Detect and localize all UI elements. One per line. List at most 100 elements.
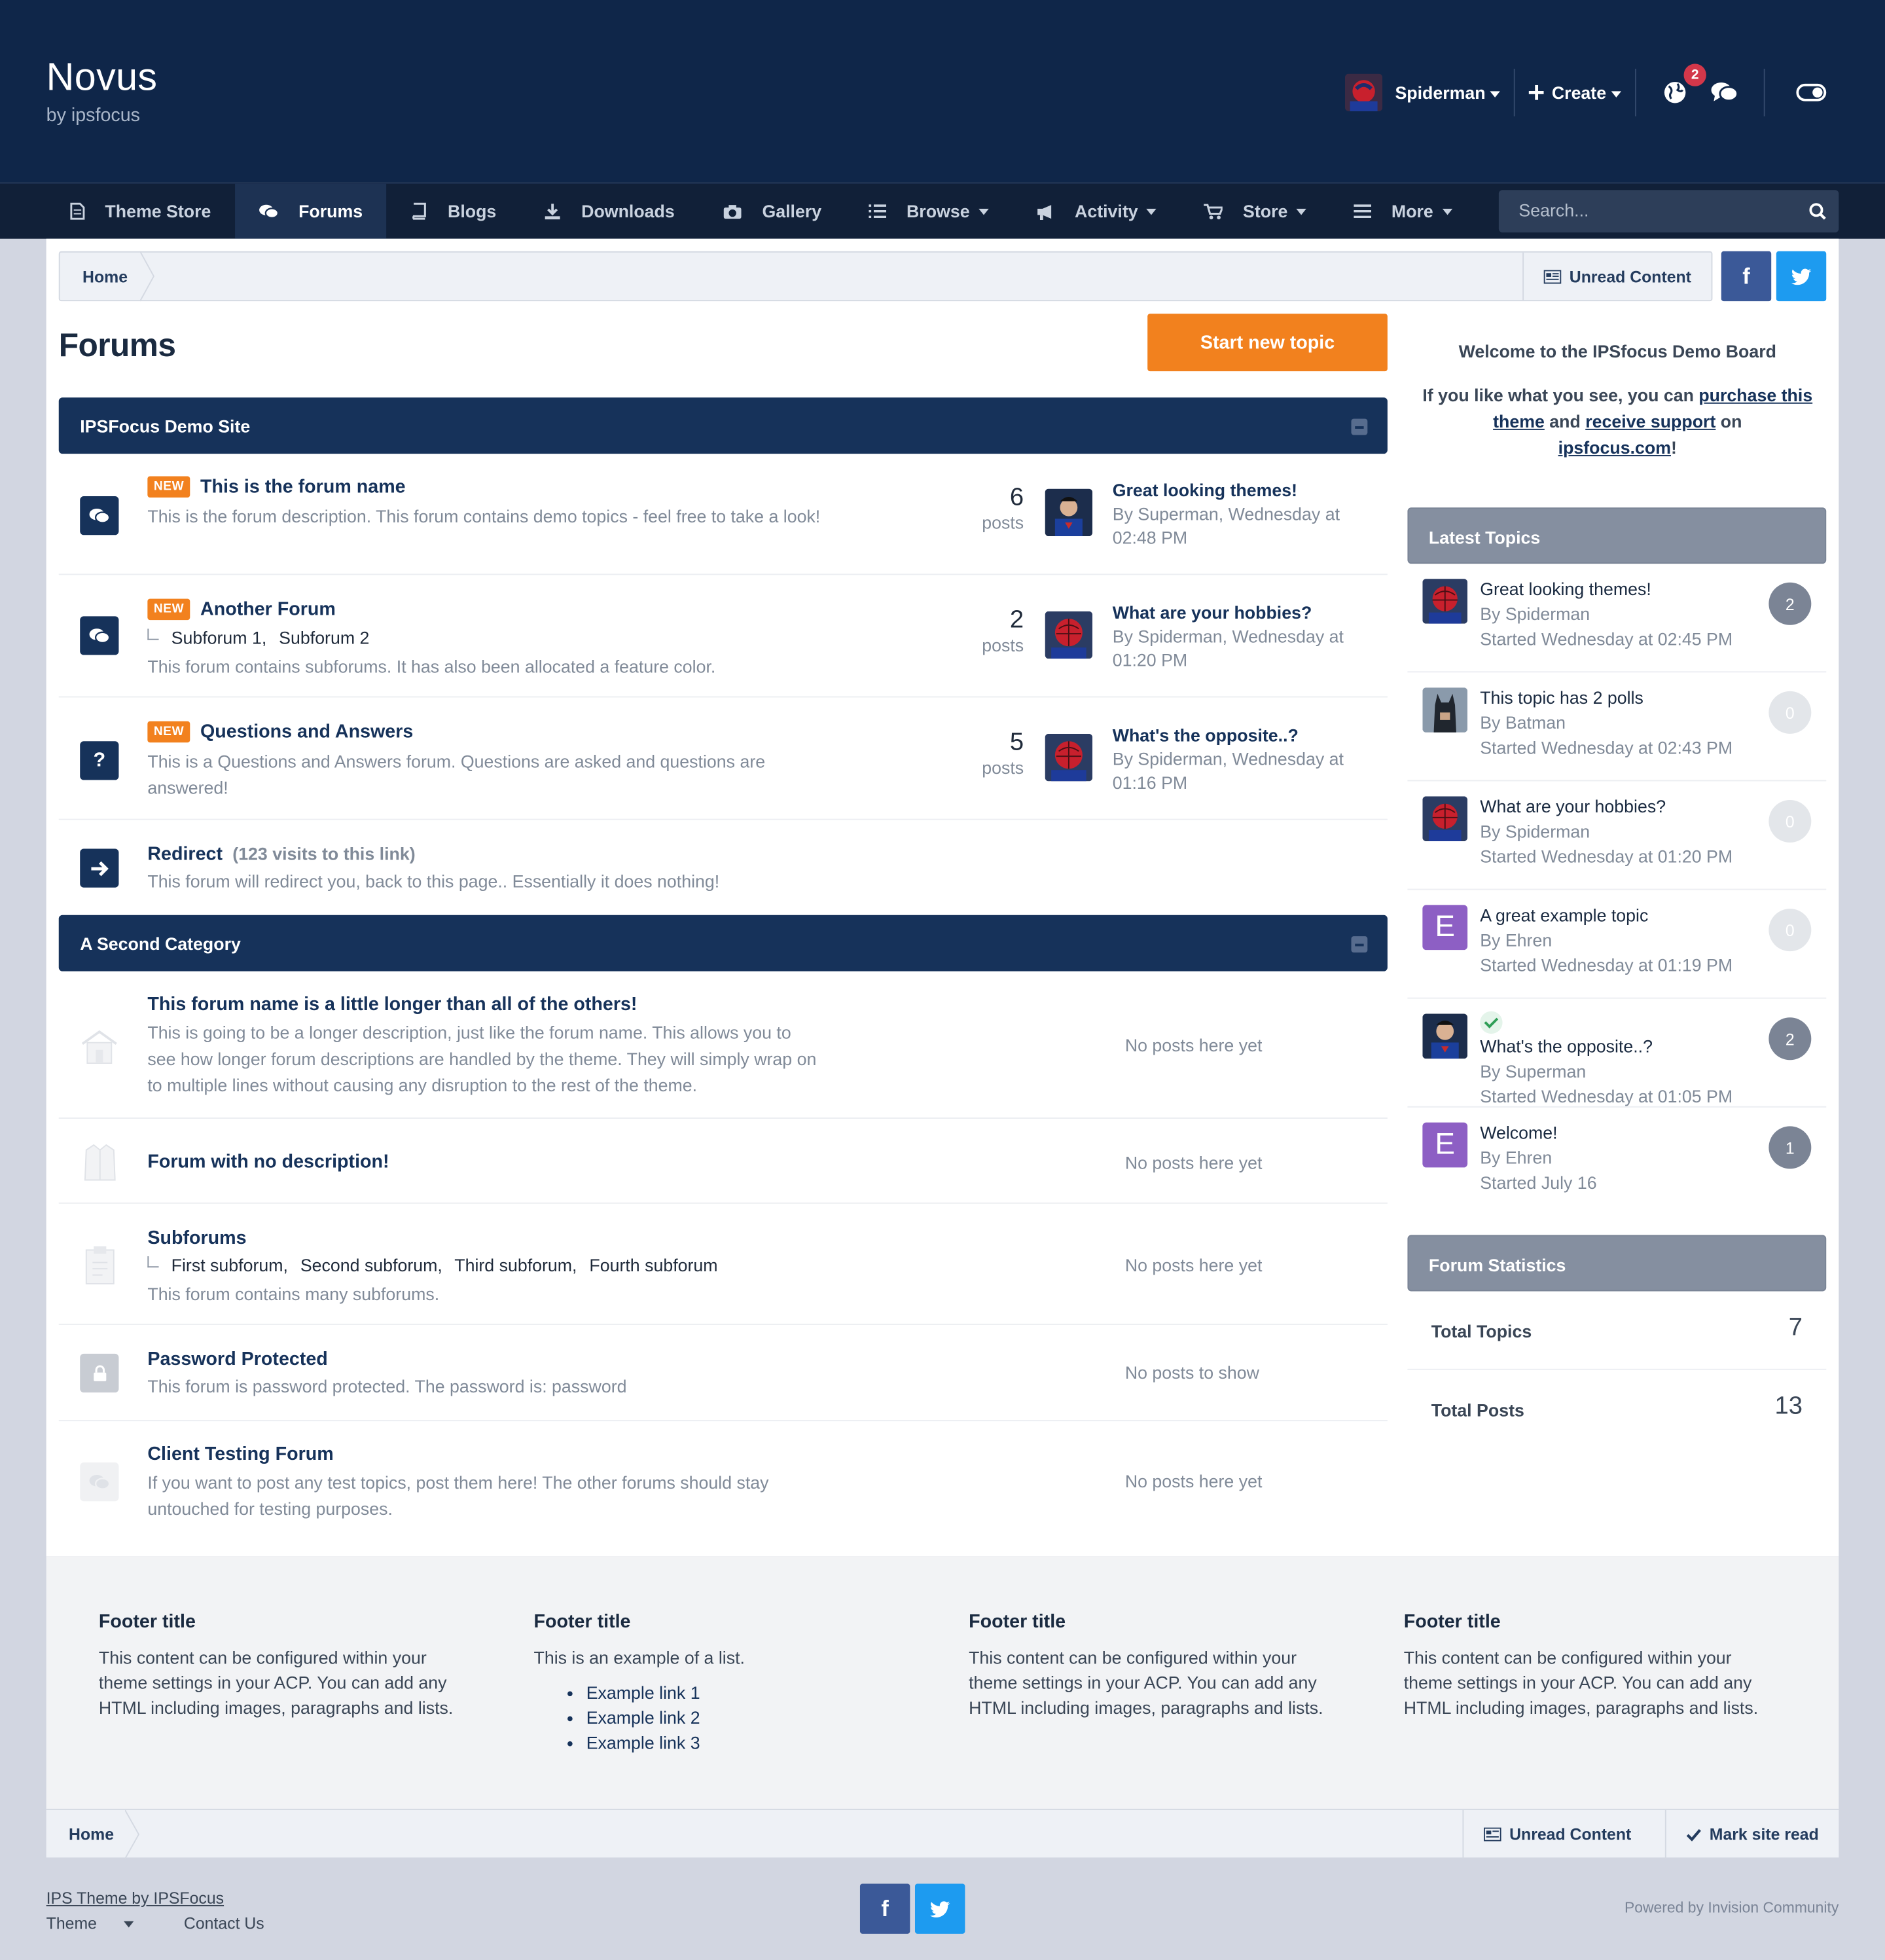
latest-topic-row: E A great example topic By Ehren Started We…	[1407, 890, 1827, 999]
topic-author-avatar[interactable]	[1422, 687, 1468, 733]
forum-title[interactable]: NEW Another Forum	[147, 598, 336, 621]
ipsfocus-link[interactable]: ipsfocus.com	[1558, 437, 1671, 458]
topic-info: Great looking themes! By Spiderman Started…	[1480, 576, 1732, 651]
topic-title[interactable]: Welcome!	[1480, 1120, 1596, 1145]
category-title[interactable]: A Second Category	[80, 934, 241, 954]
topic-started: Started Wednesday at 01:05 PM	[1480, 1086, 1733, 1106]
user-menu[interactable]: Spiderman	[1395, 82, 1501, 103]
create-menu[interactable]: Create	[1529, 82, 1622, 103]
forum-title[interactable]: NEW Questions and Answers	[147, 721, 413, 743]
forum-description: This forum will redirect you, back to th…	[147, 871, 720, 892]
search-input[interactable]	[1518, 200, 1794, 221]
nav-item-more[interactable]: More	[1330, 184, 1475, 239]
subforum-link[interactable]: First subforum,	[171, 1255, 288, 1275]
reply-count: 1	[1768, 1126, 1812, 1169]
main-nav: Theme Store Forums Blogs Downloads Gallery Br…	[0, 182, 1885, 239]
brand-title[interactable]: Novus	[46, 55, 158, 100]
twitter-button[interactable]	[914, 1883, 965, 1934]
globe-icon	[1664, 82, 1686, 103]
collapse-icon[interactable]	[1351, 418, 1368, 435]
nav-item-store[interactable]: Store	[1181, 184, 1331, 239]
forum-title[interactable]: NEW This is the forum name	[147, 476, 406, 498]
topic-author-avatar[interactable]	[1422, 796, 1468, 842]
nav-item-browse[interactable]: Browse	[845, 184, 1012, 239]
book-icon	[410, 202, 438, 220]
footer-title: Footer title	[533, 1611, 631, 1633]
breadcrumb-home[interactable]: Home	[82, 268, 128, 287]
subforum-link[interactable]: Subforum 1,	[171, 628, 267, 648]
contact-us-link[interactable]: Contact Us	[184, 1914, 264, 1933]
copyright-link[interactable]: IPS Theme by IPSFocus	[46, 1886, 287, 1911]
last-post: Great looking themes! By Superman, Wednes…	[1113, 479, 1375, 550]
camera-icon	[722, 203, 752, 219]
footer-link[interactable]: Example link 3	[586, 1730, 909, 1755]
forum-title[interactable]: Client Testing Forum	[147, 1443, 333, 1464]
topic-author-avatar[interactable]: E	[1422, 905, 1468, 951]
topic-title[interactable]: A great example topic	[1480, 903, 1732, 928]
nav-item-downloads[interactable]: Downloads	[520, 184, 698, 239]
nav-item-label: Gallery	[762, 201, 822, 221]
unread-content-button[interactable]: Unread Content	[1522, 252, 1711, 300]
last-poster-avatar[interactable]	[1045, 611, 1093, 659]
facebook-button[interactable]: f	[859, 1883, 910, 1934]
forum-row: Forum with no description! No posts here…	[58, 1120, 1388, 1204]
unread-content-button[interactable]: Unread Content	[1462, 1809, 1651, 1859]
forum-title[interactable]: Redirect (123 visits to this link)	[147, 844, 415, 865]
nav-item-theme-store[interactable]: Theme Store	[46, 184, 235, 239]
forum-title[interactable]: Subforums	[147, 1227, 246, 1248]
forum-title[interactable]: Forum with no description!	[147, 1152, 389, 1172]
nav-item-blogs[interactable]: Blogs	[386, 184, 520, 239]
subforum-link[interactable]: Subforum 2	[279, 628, 369, 648]
no-posts-status: No posts here yet	[1124, 1152, 1263, 1173]
powered-by[interactable]: Powered by Invision Community	[1625, 1898, 1839, 1916]
subforum-link[interactable]: Third subforum,	[454, 1255, 577, 1275]
search-icon[interactable]	[1808, 202, 1826, 220]
topic-title[interactable]: What are your hobbies?	[1480, 793, 1732, 818]
user-avatar[interactable]	[1345, 73, 1383, 111]
subforum-link[interactable]: Second subforum,	[300, 1255, 442, 1275]
notifications-button[interactable]: 2	[1656, 64, 1706, 111]
last-poster-avatar[interactable]	[1045, 488, 1093, 537]
collapse-icon[interactable]	[1351, 936, 1368, 953]
last-post-title[interactable]: What's the opposite..?	[1113, 724, 1375, 748]
nav-item-gallery[interactable]: Gallery	[698, 184, 845, 239]
subforum-link[interactable]: Fourth subforum	[589, 1255, 717, 1275]
welcome-text: If you like what you see, you can purcha…	[1418, 382, 1818, 461]
facebook-button[interactable]: f	[1721, 251, 1772, 302]
twitter-icon	[929, 1900, 950, 1917]
topic-title[interactable]: Great looking themes!	[1480, 576, 1732, 601]
footer-list: Example link 1 Example link 2 Example li…	[586, 1680, 909, 1755]
footer-link[interactable]: Example link 2	[586, 1705, 909, 1730]
topic-author-avatar[interactable]: E	[1422, 1122, 1468, 1168]
breadcrumb-home[interactable]: Home	[69, 1825, 114, 1844]
reply-count: 2	[1768, 1017, 1812, 1061]
theme-toggle[interactable]	[1796, 83, 1827, 101]
twitter-button[interactable]	[1776, 251, 1827, 302]
messages-button[interactable]	[1706, 74, 1744, 111]
topic-title[interactable]: This topic has 2 polls	[1480, 685, 1732, 710]
forum-statistics-title: Forum Statistics	[1428, 1255, 1566, 1275]
topic-author-avatar[interactable]	[1422, 1013, 1468, 1059]
topic-title[interactable]: What's the opposite..?	[1480, 1011, 1732, 1059]
topic-author-avatar[interactable]	[1422, 579, 1468, 624]
nav-item-activity[interactable]: Activity	[1013, 184, 1181, 239]
welcome-widget: Welcome to the IPSfocus Demo Board If yo…	[1418, 338, 1818, 461]
caret-down-icon	[124, 1921, 135, 1928]
category-title[interactable]: IPSFocus Demo Site	[80, 416, 250, 437]
subforum-corner-icon	[147, 1256, 159, 1268]
forum-title[interactable]: Password Protected	[147, 1349, 327, 1370]
nav-item-forums[interactable]: Forums	[234, 183, 387, 239]
last-post-title[interactable]: What are your hobbies?	[1113, 601, 1375, 625]
forum-row: Client Testing Forum If you want to post…	[59, 1423, 1388, 1544]
support-link[interactable]: receive support	[1585, 411, 1715, 431]
subforum-list: Subforum 1, Subforum 2	[147, 628, 377, 648]
footer-link[interactable]: Example link 1	[586, 1680, 909, 1705]
last-post-title[interactable]: Great looking themes!	[1113, 479, 1375, 502]
start-new-topic-button[interactable]: Start new topic	[1147, 314, 1388, 372]
theme-selector[interactable]: Theme	[46, 1914, 157, 1933]
last-poster-avatar[interactable]	[1045, 733, 1093, 782]
caret-down-icon	[978, 208, 989, 215]
forum-title[interactable]: This forum name is a little longer than …	[147, 994, 637, 1015]
footer-links: Theme Contact Us	[46, 1912, 287, 1936]
mark-site-read-button[interactable]: Mark site read	[1664, 1809, 1839, 1859]
